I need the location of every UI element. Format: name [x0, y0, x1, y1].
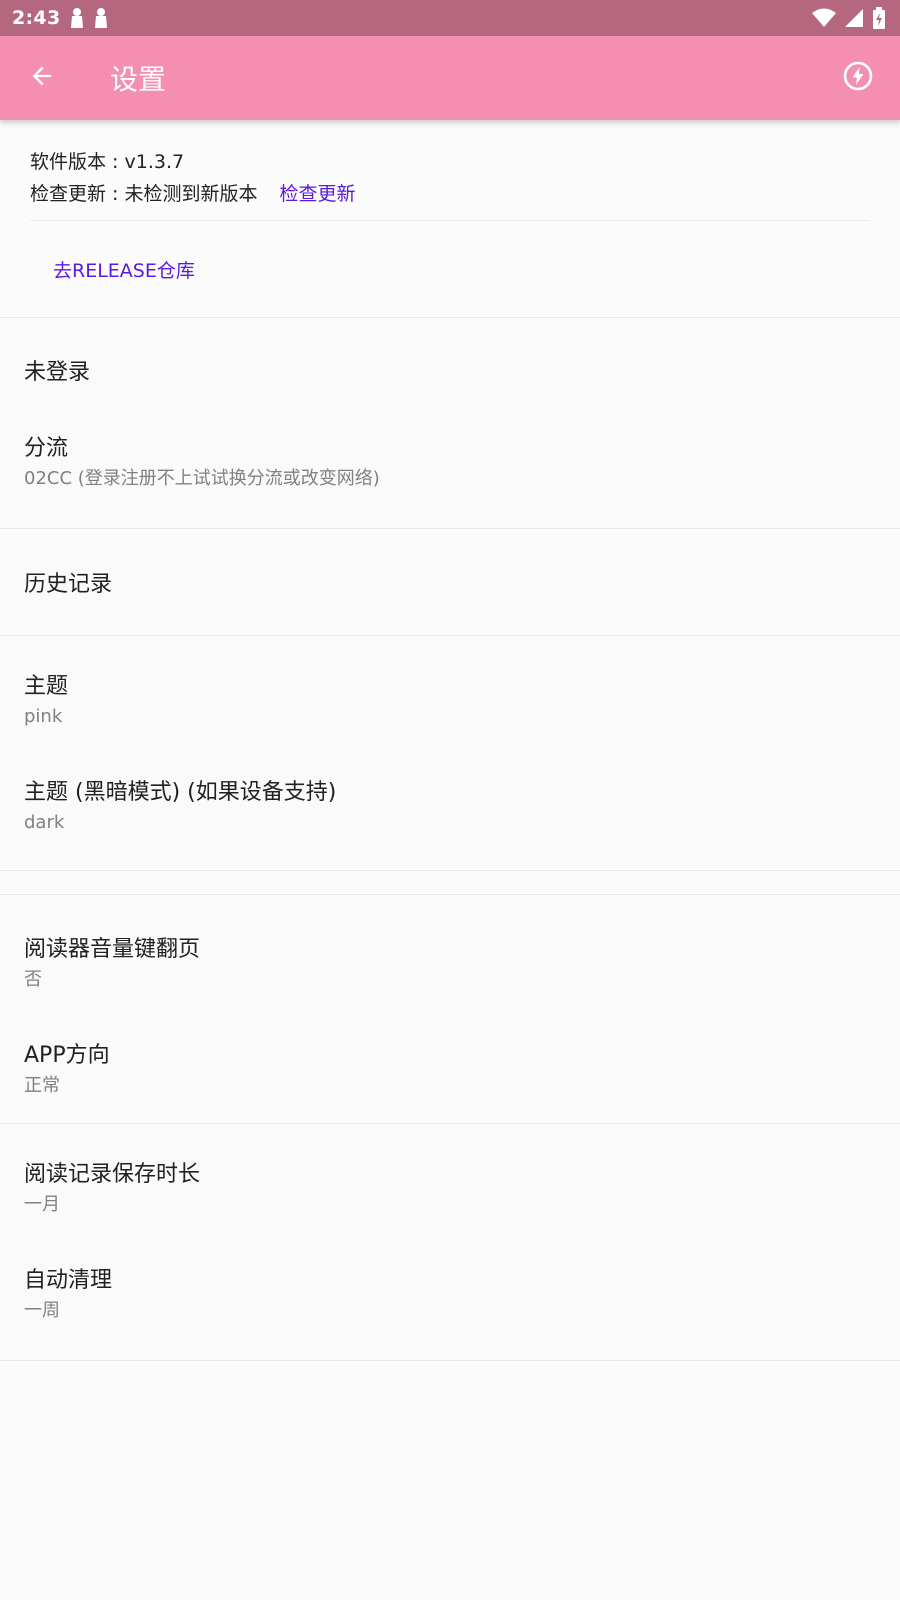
theme-item[interactable]: 主题 pink [0, 648, 900, 754]
theme-title: 主题 [24, 674, 69, 699]
notification-figure-icon [70, 7, 84, 29]
volume-key-value: 否 [24, 969, 42, 990]
dark-theme-title: 主题 (黑暗模式) (如果设备支持) [24, 780, 337, 805]
login-status-text: 未登录 [24, 360, 91, 385]
release-repo-link[interactable]: 去RELEASE仓库 [53, 256, 195, 283]
auto-clean-value: 一周 [24, 1300, 60, 1321]
volume-key-item[interactable]: 阅读器音量键翻页 否 [0, 911, 900, 1017]
check-update-link[interactable]: 检查更新 [279, 178, 355, 210]
reader-section: 阅读器音量键翻页 否 APP方向 正常 [0, 895, 900, 1123]
status-left: 2:43 [12, 7, 108, 29]
route-item[interactable]: 分流 02CC (登录注册不上试试换分流或改变网络) [0, 422, 900, 528]
update-status-line: 检查更新 : 未检测到新版本 检查更新 [30, 178, 870, 210]
record-keep-value: 一月 [24, 1194, 60, 1215]
orientation-value: 正常 [24, 1075, 60, 1096]
history-title: 历史记录 [24, 572, 113, 597]
dark-theme-item[interactable]: 主题 (黑暗模式) (如果设备支持) dark [0, 754, 900, 860]
account-section: 未登录 分流 02CC (登录注册不上试试换分流或改变网络) [0, 318, 900, 528]
volume-key-title: 阅读器音量键翻页 [24, 937, 201, 962]
records-section: 阅读记录保存时长 一月 自动清理 一周 [0, 1124, 900, 1348]
app-bar: 设置 [0, 36, 900, 120]
route-value: 02CC (登录注册不上试试换分流或改变网络) [24, 468, 380, 489]
back-button[interactable] [0, 36, 84, 120]
arrow-back-icon [28, 62, 56, 94]
page-title: 设置 [110, 63, 167, 96]
auto-clean-item[interactable]: 自动清理 一周 [0, 1242, 900, 1348]
settings-content: 软件版本 : v1.3.7 检查更新 : 未检测到新版本 检查更新 去RELEA… [0, 120, 900, 1361]
update-status: 检查更新 : 未检测到新版本 [30, 183, 258, 205]
section-gap [0, 871, 900, 894]
record-keep-title: 阅读记录保存时长 [24, 1162, 201, 1187]
software-version: 软件版本 : v1.3.7 [30, 151, 185, 173]
record-keep-item[interactable]: 阅读记录保存时长 一月 [0, 1136, 900, 1242]
wifi-icon [812, 8, 836, 28]
notification-figure-icon [94, 7, 108, 29]
orientation-item[interactable]: APP方向 正常 [0, 1017, 900, 1123]
screen: 2:43 设置 软件版本: v1.3.7 检查更新: 未检测到新版本 检查更… [0, 0, 900, 1600]
status-time: 2:43 [12, 7, 61, 29]
theme-value: pink [24, 706, 63, 727]
dark-theme-value: dark [24, 812, 65, 833]
theme-section: 主题 pink 主题 (黑暗模式) (如果设备支持) dark [0, 636, 900, 860]
release-row: 去RELEASE仓库 [0, 221, 900, 317]
action-button[interactable] [816, 36, 900, 120]
auto-clean-title: 自动清理 [24, 1268, 113, 1293]
battery-charging-icon [872, 7, 886, 29]
status-right [812, 7, 886, 29]
lightning-circle-icon [842, 60, 874, 96]
history-item[interactable]: 历史记录 [0, 529, 900, 635]
cell-signal-icon [844, 8, 864, 28]
section-divider [0, 1360, 900, 1361]
status-bar: 2:43 [0, 0, 900, 36]
orientation-title: APP方向 [24, 1043, 110, 1068]
version-info: 软件版本 : v1.3.7 检查更新 : 未检测到新版本 检查更新 [0, 132, 900, 221]
login-status-item[interactable]: 未登录 [0, 318, 900, 422]
route-title: 分流 [24, 436, 69, 461]
version-section: 软件版本 : v1.3.7 检查更新 : 未检测到新版本 检查更新 去RELEA… [0, 132, 900, 317]
